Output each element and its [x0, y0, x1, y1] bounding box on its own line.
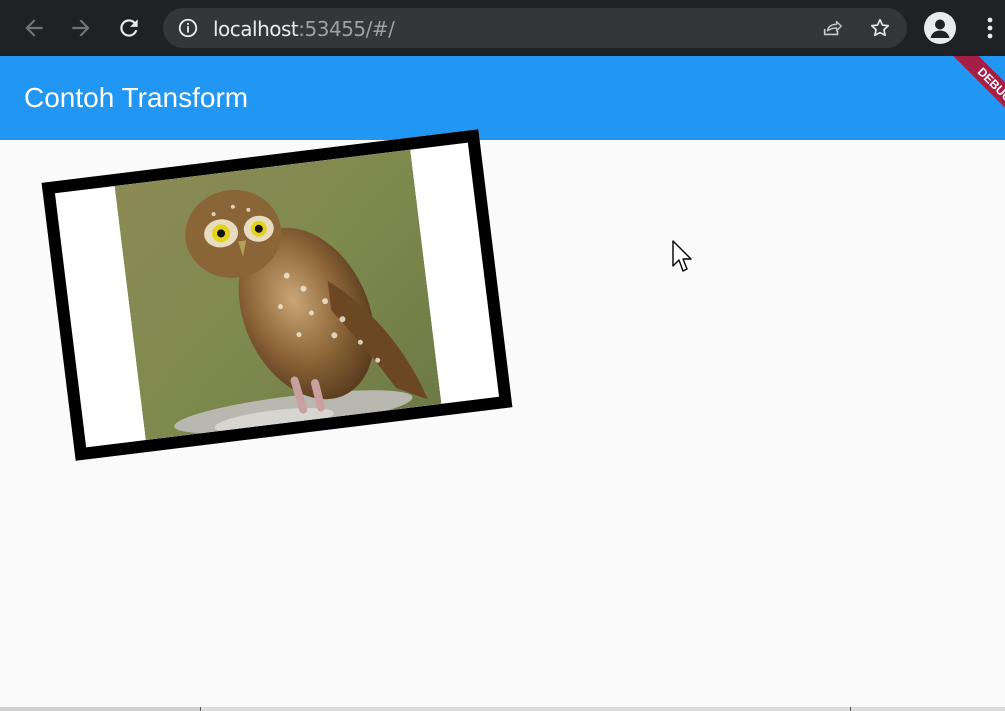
arrow-left-icon [25, 19, 43, 37]
url-path: :53455/#/ [298, 17, 395, 41]
url-host: localhost [213, 17, 299, 41]
taskbar-strip [0, 707, 1005, 711]
owl-photo [114, 149, 442, 441]
profile-button[interactable] [924, 12, 956, 44]
share-icon[interactable] [821, 17, 843, 39]
reload-icon [120, 19, 138, 37]
debug-banner-label: DEBUG [953, 56, 1005, 126]
app-bar: Contoh Transform [0, 56, 1005, 140]
address-bar[interactable]: localhost:53455/#/ [163, 8, 907, 48]
taskbar-divider [850, 707, 851, 711]
forward-button[interactable] [67, 14, 95, 42]
kebab-menu-icon [987, 17, 993, 39]
browser-toolbar: localhost:53455/#/ [0, 0, 1005, 56]
info-icon[interactable] [177, 17, 199, 39]
owl-image [114, 149, 442, 441]
star-icon[interactable] [869, 17, 891, 39]
browser-menu-button[interactable] [978, 14, 1002, 42]
page-title: Contoh Transform [24, 82, 249, 113]
reload-button[interactable] [115, 14, 143, 42]
back-button[interactable] [20, 14, 48, 42]
transformed-image-frame [41, 129, 513, 461]
taskbar-segment [0, 707, 200, 711]
url-text[interactable]: localhost:53455/#/ [213, 17, 395, 41]
app-body [0, 129, 1005, 707]
person-icon [930, 19, 950, 38]
arrow-right-icon [72, 19, 90, 37]
debug-banner: DEBUG [935, 56, 1005, 126]
mouse-cursor [672, 240, 692, 272]
taskbar-divider [200, 707, 201, 711]
